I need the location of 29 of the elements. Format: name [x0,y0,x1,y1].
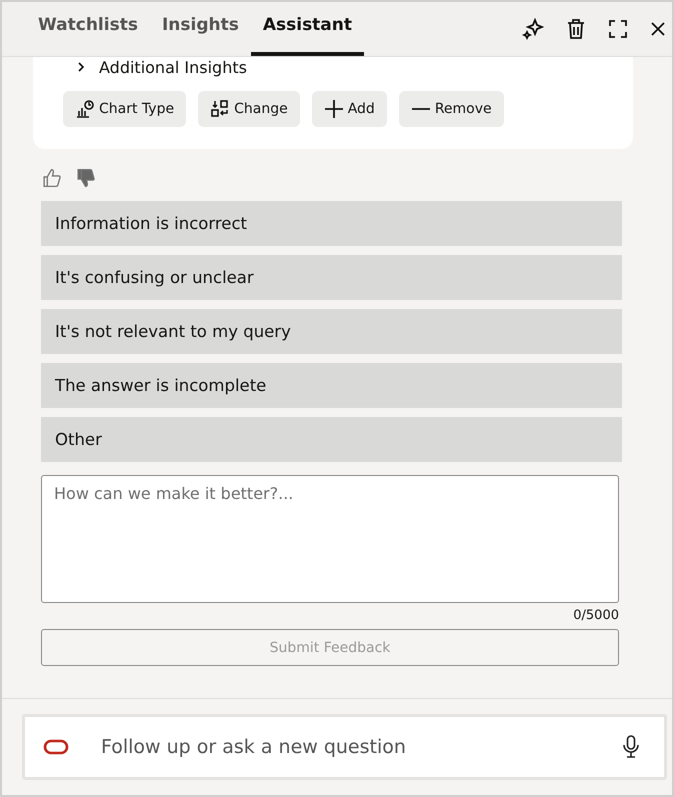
bar-chart-icon [75,99,95,119]
tab[interactable]: Insights [150,2,251,56]
plus-icon [324,99,344,119]
thumbs-up-icon[interactable] [41,167,63,189]
feedback-field[interactable]: How can we make it better?... [41,475,619,603]
thumbs-down-icon[interactable] [75,167,97,189]
tab[interactable]: Watchlists [26,2,150,56]
trash-icon[interactable] [566,18,586,40]
question-input[interactable]: Follow up or ask a new question [99,735,592,759]
reason-option[interactable]: It's confusing or unclear [41,255,622,300]
sparkle-icon[interactable] [522,18,544,40]
action-button[interactable]: Change [198,91,300,127]
character-counter: 0/5000 [573,608,619,623]
reason-option[interactable]: Information is incorrect [41,201,622,246]
action-button[interactable]: Chart Type [63,91,186,127]
chevron-icon[interactable] [77,62,85,72]
reason-option[interactable]: It's not relevant to my query [41,309,622,354]
reason-option[interactable]: The answer is incomplete [41,363,622,408]
disclosure-label[interactable]: Additional Insights [99,58,247,76]
close-icon[interactable] [650,21,666,37]
minus-icon [410,107,431,111]
microphone-icon[interactable] [622,735,640,759]
swap-icon [210,99,230,119]
logo-icon [43,739,69,755]
action-button[interactable]: Add [312,91,387,127]
fullscreen-icon[interactable] [608,19,628,39]
question-field[interactable]: Follow up or ask a new question [22,714,667,780]
reason-option[interactable]: Other [41,417,622,462]
action-button[interactable]: Remove [398,91,504,127]
